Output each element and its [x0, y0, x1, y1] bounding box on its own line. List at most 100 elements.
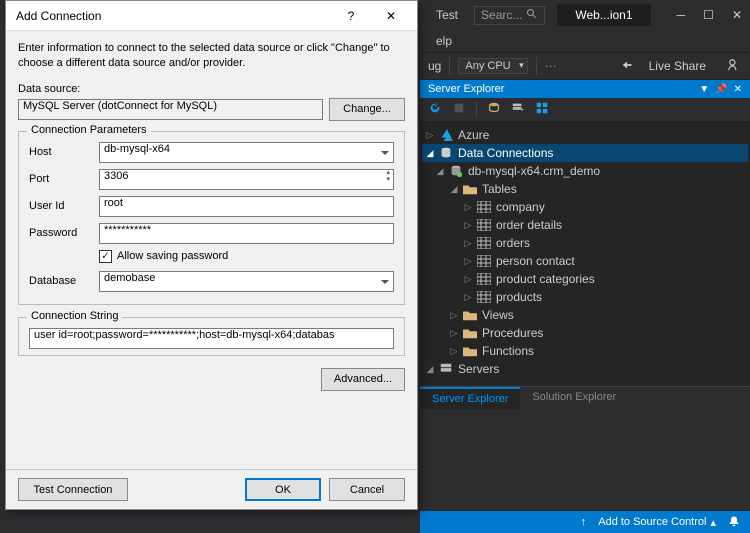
close-icon[interactable]: ✕	[371, 1, 411, 31]
menu-test[interactable]: Test	[428, 4, 466, 26]
tree-node-connection[interactable]: ◢db-mysql-x64.crm_demo	[422, 162, 748, 180]
close-icon[interactable]: ✕	[734, 84, 742, 95]
chevron-up-icon: ▴	[710, 516, 716, 529]
connection-params-group: Connection Parameters Hostdb-mysql-x64 P…	[18, 131, 405, 305]
datasource-label: Data source:	[18, 83, 405, 95]
conn-params-legend: Connection Parameters	[27, 124, 151, 136]
tree-label: order details	[496, 218, 562, 232]
connect-db-icon[interactable]	[487, 101, 501, 118]
host-combo[interactable]: db-mysql-x64	[99, 142, 394, 163]
document-tab[interactable]: Web...ion1	[557, 4, 650, 26]
panel-tabs: Server Explorer Solution Explorer	[420, 386, 750, 409]
dialog-body: Enter information to connect to the sele…	[6, 31, 417, 469]
minimize-icon[interactable]: ─	[677, 8, 686, 22]
host-label: Host	[29, 146, 93, 158]
tab-server-explorer[interactable]: Server Explorer	[420, 387, 520, 409]
password-label: Password	[29, 227, 93, 239]
tree-label: db-mysql-x64.crm_demo	[468, 164, 600, 178]
datasource-field: MySQL Server (dotConnect for MySQL)	[18, 99, 323, 120]
vs-window: Test Searc... Web...ion1 ─ ☐ ✕ elp ug An…	[420, 0, 750, 533]
refresh-icon[interactable]	[428, 101, 442, 118]
tree-label: Functions	[482, 344, 534, 358]
config-debug[interactable]: ug	[428, 59, 441, 73]
stop-icon[interactable]	[452, 101, 466, 118]
pin-icon[interactable]: 📌	[715, 84, 727, 95]
server-explorer-titlebar: Server Explorer ▼ 📌 ✕	[420, 80, 750, 98]
checkbox-icon: ✓	[99, 250, 112, 263]
checkbox-label: Allow saving password	[117, 250, 228, 262]
menu-help[interactable]: elp	[428, 30, 460, 52]
dropdown-icon[interactable]: ▼	[699, 84, 709, 95]
tree-node-table[interactable]: ▷person contact	[422, 252, 748, 270]
tree-label: Views	[482, 308, 514, 322]
tree-label: Tables	[482, 182, 517, 196]
port-spinner[interactable]: 3306	[99, 169, 394, 190]
close-icon[interactable]: ✕	[732, 8, 742, 22]
database-label: Database	[29, 275, 93, 287]
tree-label: Servers	[458, 362, 499, 376]
maximize-icon[interactable]: ☐	[703, 8, 714, 22]
tree-label: Procedures	[482, 326, 543, 340]
server-explorer-toolbar	[420, 98, 750, 122]
tree-label: company	[496, 200, 545, 214]
platform-combo[interactable]: Any CPU	[458, 58, 527, 74]
tree-label: Data Connections	[458, 146, 553, 160]
dropdown-icon[interactable]: ⋯	[545, 59, 557, 73]
search-icon	[526, 8, 538, 23]
tree-node-functions[interactable]: ▷Functions	[422, 342, 748, 360]
connstr-legend: Connection String	[27, 310, 122, 322]
dialog-instructions: Enter information to connect to the sele…	[18, 41, 405, 71]
tree-label: products	[496, 290, 542, 304]
vs-toolbar: ug Any CPU ⋯ Live Share	[420, 52, 750, 80]
feedback-icon[interactable]	[728, 58, 742, 75]
cancel-button[interactable]: Cancel	[329, 478, 405, 501]
help-icon[interactable]: ?	[331, 1, 371, 31]
userid-field[interactable]: root	[99, 196, 394, 217]
tree-node-views[interactable]: ▷Views	[422, 306, 748, 324]
azure-icon[interactable]	[535, 101, 549, 118]
allow-saving-checkbox[interactable]: ✓ Allow saving password	[99, 250, 394, 263]
panel-title-text: Server Explorer	[428, 83, 504, 95]
notifications-icon[interactable]	[728, 515, 740, 530]
tab-solution-explorer[interactable]: Solution Explorer	[520, 387, 628, 409]
ok-button[interactable]: OK	[245, 478, 321, 501]
add-connection-dialog: Add Connection ? ✕ Enter information to …	[5, 0, 418, 510]
tree-node-table[interactable]: ▷product categories	[422, 270, 748, 288]
tree-label: orders	[496, 236, 530, 250]
tree-label: product categories	[496, 272, 595, 286]
tree-label: Azure	[458, 128, 489, 142]
connection-string-group: Connection String user id=root;password=…	[18, 317, 405, 356]
liveshare-icon	[621, 58, 635, 75]
advanced-button[interactable]: Advanced...	[321, 368, 405, 391]
vs-menubar-2: elp	[420, 30, 750, 52]
database-combo[interactable]: demobase	[99, 271, 394, 292]
liveshare-button[interactable]: Live Share	[649, 59, 706, 73]
server-explorer-tree: ▷Azure ◢Data Connections ◢db-mysql-x64.c…	[420, 122, 750, 386]
tree-node-servers[interactable]: ◢Servers	[422, 360, 748, 378]
userid-label: User Id	[29, 200, 93, 212]
dialog-footer: Test Connection OK Cancel	[6, 469, 417, 509]
tree-node-procedures[interactable]: ▷Procedures	[422, 324, 748, 342]
tree-node-table[interactable]: ▷products	[422, 288, 748, 306]
search-placeholder: Searc...	[481, 8, 522, 22]
vs-menubar: Test Searc... Web...ion1 ─ ☐ ✕	[420, 0, 750, 30]
source-control-up-icon: ↑	[581, 516, 587, 528]
global-search[interactable]: Searc...	[474, 6, 545, 25]
tree-node-table[interactable]: ▷orders	[422, 234, 748, 252]
add-source-control-button[interactable]: Add to Source Control	[598, 516, 706, 528]
connstr-field[interactable]: user id=root;password=***********;host=d…	[29, 328, 394, 349]
dialog-titlebar: Add Connection ? ✕	[6, 1, 417, 31]
change-button[interactable]: Change...	[329, 98, 405, 121]
tree-node-table[interactable]: ▷order details	[422, 216, 748, 234]
password-field[interactable]: ***********	[99, 223, 394, 244]
tree-node-azure[interactable]: ▷Azure	[422, 126, 748, 144]
tree-node-data-connections[interactable]: ◢Data Connections	[422, 144, 748, 162]
tree-node-tables[interactable]: ◢Tables	[422, 180, 748, 198]
port-label: Port	[29, 173, 93, 185]
add-server-icon[interactable]	[511, 101, 525, 118]
dialog-title: Add Connection	[16, 9, 101, 23]
statusbar: ↑ Add to Source Control ▴	[420, 511, 750, 533]
tree-label: person contact	[496, 254, 575, 268]
tree-node-table[interactable]: ▷company	[422, 198, 748, 216]
test-connection-button[interactable]: Test Connection	[18, 478, 128, 501]
